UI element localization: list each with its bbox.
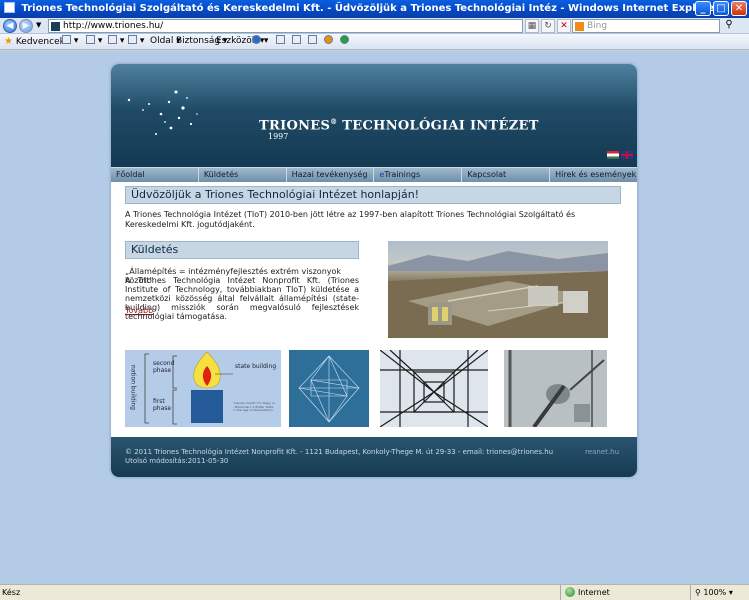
- status-text: Kész: [2, 588, 21, 597]
- more-link[interactable]: Tovább: [125, 306, 153, 315]
- status-bar: Kész Internet ⚲ 100% ▾: [0, 584, 749, 600]
- substation-equipment-image: [504, 350, 607, 427]
- home-button[interactable]: ▾: [62, 34, 78, 49]
- ie-app-icon: [4, 2, 15, 13]
- site-favicon-icon: [51, 22, 60, 31]
- print-button[interactable]: ▾: [128, 34, 144, 49]
- tools-menu-label: Eszközök: [216, 36, 257, 46]
- site-title: TRIONES® TECHNOLÓGIAI INTÉZET: [259, 117, 539, 133]
- refresh-icon[interactable]: ↻: [541, 19, 555, 33]
- intro-text: A Triones Technológia Intézet (TIoT) 201…: [125, 210, 576, 229]
- messenger-icon: [340, 35, 349, 44]
- site-footer: © 2011 Triones Technológia Intézet Nonpr…: [111, 437, 637, 477]
- geometric-shape-image: [289, 350, 369, 427]
- close-button[interactable]: ✕: [731, 1, 747, 16]
- zone-label: Internet: [578, 588, 610, 597]
- hungarian-flag-icon[interactable]: [607, 151, 619, 159]
- window-controls: _ □ ✕: [695, 1, 747, 16]
- nav-item-kuldetes[interactable]: Küldetés: [199, 168, 287, 182]
- security-zone[interactable]: Internet: [560, 585, 610, 600]
- mail-icon: [108, 35, 117, 44]
- blog-icon: [308, 35, 317, 44]
- url-input[interactable]: http://www.triones.hu/: [48, 19, 523, 33]
- page-viewport[interactable]: TRIONES® TECHNOLÓGIAI INTÉZET 1997 Főold…: [0, 51, 749, 584]
- nav-item-kapcsolat[interactable]: Kapcsolat: [462, 168, 551, 182]
- nav-item-trainings-label: Trainings: [384, 170, 421, 179]
- favorites-star-icon: ★: [4, 36, 13, 47]
- toolbar-extra-5[interactable]: [340, 34, 349, 49]
- favorites-label: Kedvencek: [15, 37, 65, 47]
- minimize-button[interactable]: _: [695, 1, 711, 16]
- history-dropdown-icon[interactable]: ▼: [36, 21, 41, 29]
- candle-model-diagram: nation building second phase first phase…: [125, 350, 281, 427]
- toolbar-extra-4[interactable]: [324, 34, 333, 49]
- footer-credit-link[interactable]: reanet.hu: [585, 448, 619, 457]
- constellation-logo: [127, 90, 198, 135]
- site-title-rest: TECHNOLÓGIAI INTÉZET: [337, 118, 539, 134]
- search-input[interactable]: Bing: [572, 19, 720, 33]
- diagram-second-phase: second phase: [153, 360, 175, 374]
- maximize-button[interactable]: □: [713, 1, 729, 16]
- address-bar: ◀ ▶ ▼ http://www.triones.hu/ ▦ ↻ ✕ Bing …: [0, 18, 749, 34]
- mission-heading: Küldetés: [125, 241, 359, 259]
- search-icon[interactable]: ⚲: [722, 19, 736, 33]
- print-icon: [128, 35, 137, 44]
- candle-model-svg: [144, 351, 233, 425]
- stop-icon[interactable]: ✕: [557, 19, 571, 33]
- diagram-first-phase: first phase: [153, 398, 172, 412]
- back-button[interactable]: ◀: [3, 19, 17, 33]
- substation-illustration: [504, 350, 607, 427]
- home-icon: [62, 35, 71, 44]
- compatibility-view-icon[interactable]: ▦: [525, 19, 539, 33]
- zoom-level[interactable]: ⚲ 100% ▾: [690, 585, 733, 600]
- url-text: http://www.triones.hu/: [63, 21, 164, 31]
- diagram-vertical-label: nation building: [129, 365, 137, 410]
- zoom-magnifier-icon: ⚲: [695, 588, 701, 597]
- help-icon: [252, 35, 261, 44]
- forward-button[interactable]: ▶: [19, 19, 33, 33]
- read-mail-button[interactable]: ▾: [108, 34, 124, 49]
- bing-icon: [575, 22, 584, 31]
- diagram-state-building: state building: [235, 363, 277, 370]
- footer-copyright: © 2011 Triones Technológia Intézet Nonpr…: [125, 448, 554, 456]
- url-actions: ▦ ↻ ✕: [525, 19, 571, 33]
- feeds-icon: [86, 35, 95, 44]
- zoom-value: 100%: [703, 588, 727, 597]
- site-container: TRIONES® TECHNOLÓGIAI INTÉZET 1997 Főold…: [111, 64, 637, 477]
- octahedron-illustration: [298, 355, 360, 423]
- safety-menu-label: Biztonság: [176, 36, 221, 46]
- window-title-bar[interactable]: Triones Technológiai Szolgáltató és Kere…: [0, 0, 749, 18]
- site-year: 1997: [268, 132, 289, 141]
- solar-plant-image: [388, 241, 608, 338]
- internet-globe-icon: [565, 587, 575, 597]
- nav-item-trainings[interactable]: eTrainings: [374, 168, 463, 182]
- search-placeholder: Bing: [587, 21, 608, 31]
- toolbar-extra-3[interactable]: [308, 34, 317, 49]
- pylon-illustration: [380, 350, 488, 427]
- main-navigation: Főoldal Küldetés Hazai tevékenység eTrai…: [111, 167, 637, 182]
- page-menu-label: Oldal: [150, 36, 174, 46]
- toolbar-extra-2[interactable]: [292, 34, 301, 49]
- addon-icon: [324, 35, 333, 44]
- english-flag-icon[interactable]: [621, 151, 633, 159]
- feeds-button[interactable]: ▾: [86, 34, 102, 49]
- site-header: TRIONES® TECHNOLÓGIAI INTÉZET 1997: [111, 64, 637, 167]
- solar-plant-illustration: [388, 251, 608, 338]
- research-icon: [276, 35, 285, 44]
- translate-icon: [292, 35, 301, 44]
- mission-text: A Triones Technológia Intézet Nonprofit …: [125, 276, 359, 321]
- welcome-heading: Üdvözöljük a Triones Technológiai Intéze…: [125, 186, 621, 204]
- command-bar: ★ Kedvencek ▾ ▾ ▾ ▾ Oldal ▾ Biztonság ▾ …: [0, 34, 749, 50]
- help-button[interactable]: ▾: [252, 34, 268, 49]
- nav-item-fooldal[interactable]: Főoldal: [111, 168, 199, 182]
- nav-item-hazai[interactable]: Hazai tevékenység: [287, 168, 375, 182]
- footer-last-modified: Utolsó módosítás:2011-05-30: [125, 456, 229, 465]
- nav-item-hirek[interactable]: Hírek és események: [550, 168, 637, 182]
- diagram-caption: "Candle model" Dr. Nagy, G. - Barlanderi…: [233, 401, 276, 413]
- favorites-button[interactable]: ★ Kedvencek: [4, 34, 65, 50]
- toolbar-extra-1[interactable]: [276, 34, 285, 49]
- power-pylon-image: [380, 350, 488, 427]
- window-title: Triones Technológiai Szolgáltató és Kere…: [21, 3, 720, 14]
